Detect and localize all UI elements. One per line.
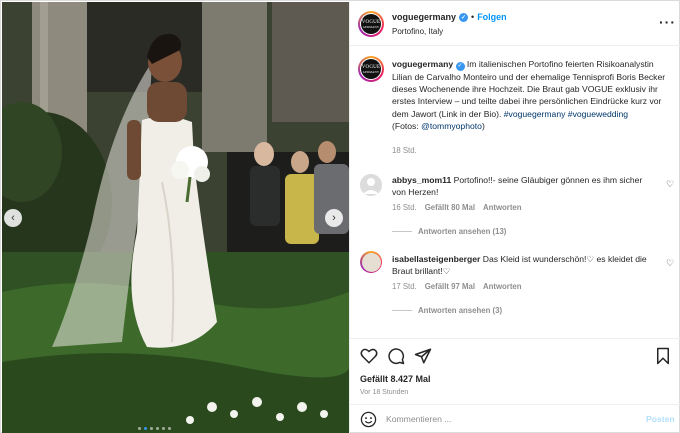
location-link[interactable]: Portofino, Italy [392, 27, 443, 36]
send-icon[interactable] [414, 347, 432, 365]
logo-subtext: GERMANY [362, 24, 380, 29]
comments-scroll-area[interactable]: VOGUE GERMANY voguegermany ✓ Im italienis… [350, 46, 680, 338]
reply-button[interactable]: Antworten [483, 282, 522, 291]
heart-icon[interactable]: ♡ [666, 258, 674, 269]
post-dialog: ‹ › VOGUE GERMANY voguegermany ✓ • Folgen… [0, 0, 680, 433]
wedding-photo-illustration [2, 2, 349, 433]
comment-likes[interactable]: Gefällt 97 Mal [425, 282, 475, 291]
view-replies-label: Antworten ansehen (13) [418, 227, 507, 236]
hashtag-link[interactable]: #voguegermany [504, 109, 566, 119]
post-actions: Gefällt 8.427 Mal Vor 18 Stunden [350, 338, 680, 404]
more-options-icon[interactable]: ··· [659, 14, 676, 30]
hashtag-link[interactable]: #voguewedding [568, 109, 628, 119]
post-caption: voguegermany ✓ Im italienischen Portofin… [392, 58, 672, 132]
caption-account[interactable]: voguegermany [392, 59, 453, 69]
comment-body: isabellasteigenberger Das Kleid ist wund… [392, 253, 657, 278]
comment-meta: 16 Std. Gefällt 80 Mal Antworten [392, 203, 522, 212]
comment-user[interactable]: abbys_mom11 [392, 175, 451, 185]
reply-button[interactable]: Antworten [483, 203, 522, 212]
view-replies-label: Antworten ansehen (3) [418, 306, 503, 315]
account-name[interactable]: voguegermany [392, 12, 456, 22]
photo-credit-link[interactable]: @tommyophoto [421, 121, 482, 131]
post-comment-button[interactable]: Posten [646, 414, 675, 424]
bookmark-icon[interactable] [654, 347, 672, 365]
post-header: VOGUE GERMANY voguegermany ✓ • Folgen Por… [350, 2, 680, 46]
carousel-dot [150, 427, 153, 430]
comment-meta: 17 Std. Gefällt 97 Mal Antworten [392, 282, 522, 291]
follow-button[interactable]: Folgen [477, 12, 507, 22]
view-replies-button[interactable]: Antworten ansehen (13) [392, 227, 506, 236]
comment-composer: Posten [350, 404, 680, 433]
separator: • [471, 12, 475, 22]
logo-subtext: GERMANY [362, 69, 380, 74]
like-count[interactable]: Gefällt 8.427 Mal [360, 374, 431, 384]
heart-icon[interactable]: ♡ [666, 179, 674, 190]
heart-icon[interactable] [360, 347, 378, 365]
comment-icon[interactable] [387, 347, 405, 365]
verified-badge-icon: ✓ [455, 61, 465, 71]
caption-time: 18 Std. [392, 146, 417, 155]
carousel-dot [156, 427, 159, 430]
avatar[interactable] [360, 251, 382, 273]
comment-time: 16 Std. [392, 203, 417, 212]
carousel-dot [162, 427, 165, 430]
comment-input[interactable] [386, 412, 626, 426]
logo-text: VOGUE [361, 64, 381, 70]
carousel-dot [144, 427, 147, 430]
comment-likes[interactable]: Gefällt 80 Mal [425, 203, 475, 212]
smiley-icon[interactable] [360, 411, 377, 428]
comment-user[interactable]: isabellasteigenberger [392, 254, 480, 264]
post-timestamp: Vor 18 Stunden [360, 389, 409, 396]
photo-credit-suffix: ) [481, 120, 485, 131]
chevron-right-icon[interactable]: › [325, 209, 343, 227]
logo-text: VOGUE [361, 19, 381, 25]
comment-time: 17 Std. [392, 282, 417, 291]
caption-avatar[interactable]: VOGUE GERMANY [358, 56, 384, 82]
verified-badge-icon: ✓ [459, 12, 469, 22]
post-photo[interactable]: ‹ › [2, 2, 349, 433]
carousel-dots [138, 427, 171, 430]
divider [392, 310, 412, 311]
comment-body: abbys_mom11 Portofino!!- seine Gläubiger… [392, 174, 657, 199]
divider [392, 231, 412, 232]
carousel-dot [138, 427, 141, 430]
photo-credit-prefix: (Fotos: [392, 120, 422, 131]
carousel-dot [168, 427, 171, 430]
post-sidebar: VOGUE GERMANY voguegermany ✓ • Folgen Por… [349, 2, 680, 433]
avatar[interactable]: VOGUE GERMANY [358, 11, 384, 37]
view-replies-button[interactable]: Antworten ansehen (3) [392, 306, 502, 315]
avatar[interactable] [360, 174, 382, 196]
chevron-left-icon[interactable]: ‹ [4, 209, 22, 227]
